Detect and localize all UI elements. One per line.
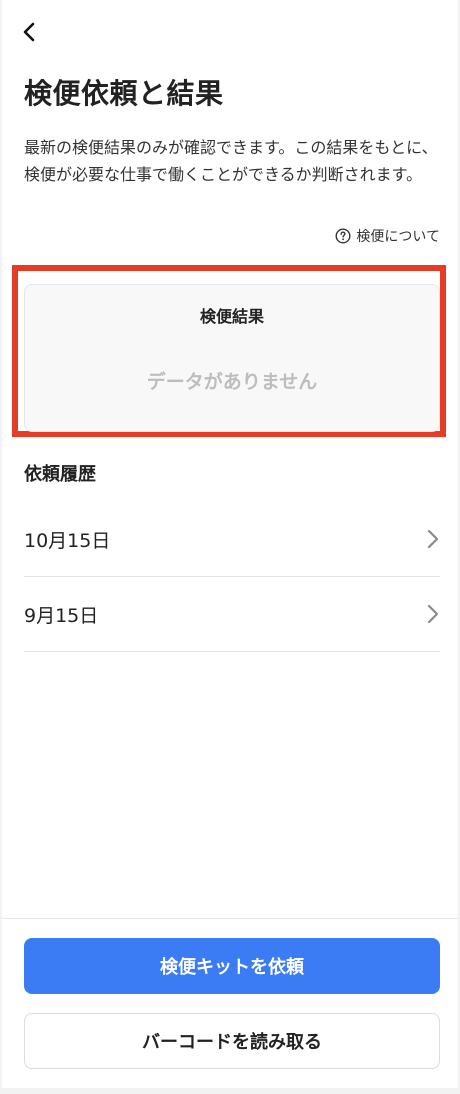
chevron-right-icon <box>427 604 439 624</box>
result-empty-message: データがありません <box>146 371 318 393</box>
back-button[interactable] <box>14 16 46 48</box>
page-title: 検便依頼と結果 <box>24 77 224 110</box>
history-list: 10月15日 9月15日 <box>24 502 440 652</box>
chevron-left-icon <box>23 22 35 42</box>
history-item-date: 9月15日 <box>24 604 99 627</box>
chevron-right-icon <box>427 529 439 549</box>
history-item-date: 10月15日 <box>24 529 111 552</box>
about-stool-test-link[interactable]: 検便について <box>335 226 440 246</box>
help-circle-icon <box>335 228 351 244</box>
page: 検便依頼と結果 最新の検便結果のみが確認できます。この結果をもとに、検便が必要な… <box>2 0 458 1088</box>
result-card: 検便結果 データがありません <box>24 284 440 432</box>
about-link-label: 検便について <box>356 229 440 245</box>
result-card-title: 検便結果 <box>199 307 264 326</box>
history-item[interactable]: 9月15日 <box>24 577 440 652</box>
request-kit-button[interactable]: 検便キットを依頼 <box>24 938 440 994</box>
history-section-title: 依頼履歴 <box>24 464 96 485</box>
scan-barcode-button[interactable]: バーコードを読み取る <box>24 1013 440 1069</box>
history-item[interactable]: 10月15日 <box>24 502 440 577</box>
footer-divider <box>2 918 458 919</box>
page-description: 最新の検便結果のみが確認できます。この結果をもとに、検便が必要な仕事で働くことが… <box>24 138 438 184</box>
